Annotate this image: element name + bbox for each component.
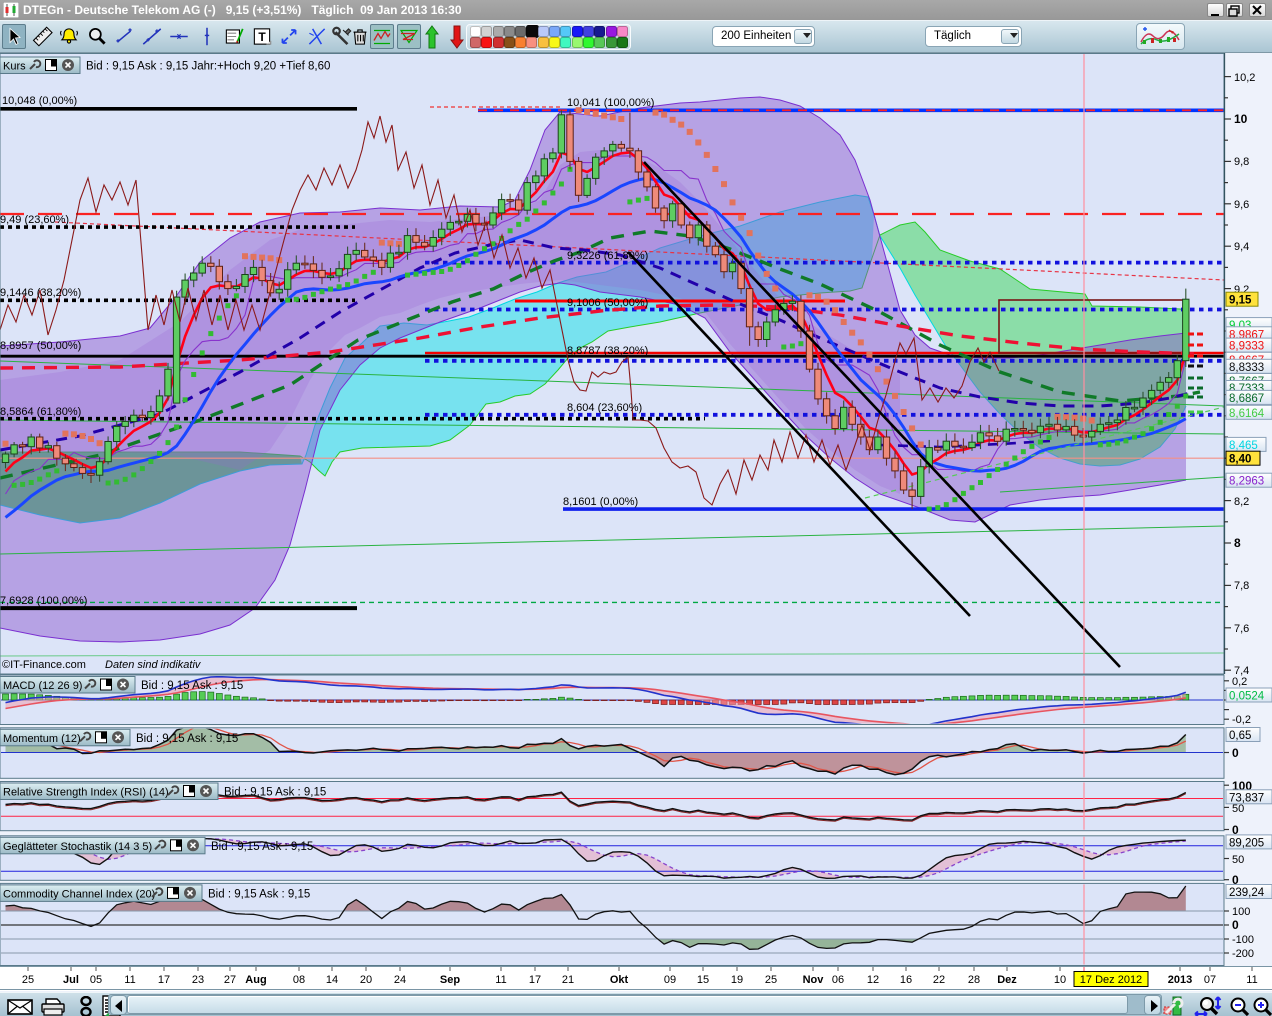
- svg-text:MACD (12 26 9): MACD (12 26 9): [3, 680, 82, 692]
- svg-text:10,048 (0,00%): 10,048 (0,00%): [2, 95, 77, 107]
- svg-text:Okt: Okt: [610, 974, 629, 986]
- svg-text:7,8: 7,8: [1234, 580, 1249, 592]
- svg-text:Relative Strength Index (RSI): Relative Strength Index (RSI) (14): [3, 787, 169, 799]
- svg-text:9,8: 9,8: [1234, 156, 1249, 168]
- svg-text:8,2: 8,2: [1234, 496, 1249, 508]
- svg-text:0,65: 0,65: [1229, 730, 1251, 742]
- svg-text:Bid : 9,15 Ask : 9,15: Bid : 9,15 Ask : 9,15: [141, 680, 243, 692]
- svg-text:21: 21: [562, 974, 574, 986]
- svg-text:-0,2: -0,2: [1232, 714, 1251, 726]
- svg-text:Momentum (12): Momentum (12): [3, 733, 81, 745]
- svg-text:50: 50: [1232, 803, 1244, 815]
- svg-text:Daten sind indikativ: Daten sind indikativ: [105, 659, 202, 671]
- svg-text:10: 10: [1054, 974, 1066, 986]
- svg-text:100: 100: [1232, 906, 1250, 918]
- svg-text:-200: -200: [1232, 948, 1254, 960]
- svg-text:239,24: 239,24: [1229, 887, 1265, 899]
- svg-text:22: 22: [933, 974, 945, 986]
- svg-text:7,6: 7,6: [1234, 623, 1249, 635]
- svg-text:Nov: Nov: [803, 974, 825, 986]
- svg-text:8,5864 (61,80%): 8,5864 (61,80%): [0, 406, 81, 418]
- svg-text:0: 0: [1232, 746, 1239, 760]
- svg-text:19: 19: [731, 974, 743, 986]
- svg-text:14: 14: [326, 974, 338, 986]
- svg-text:16: 16: [900, 974, 912, 986]
- svg-text:23: 23: [192, 974, 204, 986]
- svg-text:0: 0: [1232, 918, 1239, 932]
- svg-text:9,15: 9,15: [1229, 295, 1252, 307]
- svg-text:11: 11: [124, 974, 135, 986]
- svg-text:09: 09: [664, 974, 676, 986]
- svg-text:25: 25: [765, 974, 777, 986]
- svg-text:8: 8: [1234, 536, 1241, 550]
- svg-text:50: 50: [1232, 854, 1244, 866]
- svg-text:0,2: 0,2: [1232, 676, 1247, 688]
- svg-text:-100: -100: [1232, 934, 1254, 946]
- svg-text:8,1601 (0,00%): 8,1601 (0,00%): [563, 496, 638, 508]
- svg-text:Aug: Aug: [245, 974, 266, 986]
- svg-text:8,8957 (50,00%): 8,8957 (50,00%): [0, 340, 81, 352]
- svg-text:08: 08: [293, 974, 305, 986]
- svg-text:8,6164: 8,6164: [1229, 408, 1265, 420]
- svg-text:8,9333: 8,9333: [1229, 341, 1264, 353]
- svg-text:Bid : 9,15 Ask : 9,15: Bid : 9,15 Ask : 9,15: [211, 841, 313, 853]
- svg-text:12: 12: [867, 974, 879, 986]
- svg-text:27: 27: [224, 974, 236, 986]
- svg-text:10: 10: [1234, 112, 1248, 126]
- svg-text:11: 11: [1246, 974, 1257, 986]
- svg-text:9,3226 (61,80%): 9,3226 (61,80%): [567, 250, 648, 262]
- svg-text:8,40: 8,40: [1229, 454, 1251, 466]
- svg-text:Sep: Sep: [440, 974, 460, 986]
- svg-text:2013: 2013: [1168, 974, 1192, 986]
- svg-text:20: 20: [360, 974, 372, 986]
- svg-text:15: 15: [697, 974, 709, 986]
- svg-text:17 Dez 2012: 17 Dez 2012: [1080, 974, 1142, 986]
- svg-text:17: 17: [158, 974, 170, 986]
- svg-text:9,4: 9,4: [1234, 241, 1249, 253]
- svg-text:10,041 (100,00%): 10,041 (100,00%): [567, 97, 654, 109]
- svg-text:Bid : 9,15 Ask : 9,15 Jahr:+Ho: Bid : 9,15 Ask : 9,15 Jahr:+Hoch 9,20 +T…: [86, 61, 330, 73]
- svg-text:0,0524: 0,0524: [1229, 691, 1265, 703]
- svg-text:©IT-Finance.com: ©IT-Finance.com: [2, 659, 86, 671]
- svg-text:25: 25: [22, 974, 34, 986]
- svg-text:Bid : 9,15 Ask : 9,15: Bid : 9,15 Ask : 9,15: [136, 733, 238, 745]
- svg-text:9,49 (23,60%): 9,49 (23,60%): [0, 214, 69, 226]
- svg-text:73,837: 73,837: [1229, 792, 1264, 804]
- svg-text:17: 17: [529, 974, 541, 986]
- svg-text:Geglätteter Stochastik (14 3 5: Geglätteter Stochastik (14 3 5): [3, 841, 152, 853]
- svg-text:24: 24: [394, 974, 406, 986]
- svg-text:06: 06: [832, 974, 844, 986]
- svg-text:9,6: 9,6: [1234, 199, 1249, 211]
- svg-text:Kurs: Kurs: [3, 61, 26, 73]
- svg-text:89,205: 89,205: [1229, 837, 1264, 849]
- svg-text:8,604 (23,60%): 8,604 (23,60%): [567, 402, 642, 414]
- svg-text:9,1006 (50,00%): 9,1006 (50,00%): [567, 297, 648, 309]
- svg-text:11: 11: [495, 974, 506, 986]
- svg-text:8,465: 8,465: [1229, 440, 1258, 452]
- svg-text:Dez: Dez: [997, 974, 1017, 986]
- svg-text:28: 28: [968, 974, 980, 986]
- svg-text:07: 07: [1204, 974, 1216, 986]
- svg-text:7,6928 (100,00%): 7,6928 (100,00%): [0, 595, 87, 607]
- svg-text:8,8333: 8,8333: [1229, 362, 1264, 374]
- svg-text:8,8787 (38,20%): 8,8787 (38,20%): [567, 345, 648, 357]
- svg-text:Jul: Jul: [63, 974, 79, 986]
- svg-text:10,2: 10,2: [1234, 72, 1255, 84]
- svg-text:05: 05: [90, 974, 102, 986]
- svg-text:8,6867: 8,6867: [1229, 393, 1264, 405]
- svg-text:Commodity Channel Index (20): Commodity Channel Index (20): [3, 888, 155, 900]
- svg-text:Bid : 9,15 Ask : 9,15: Bid : 9,15 Ask : 9,15: [208, 888, 310, 900]
- svg-text:9,1446 (38,20%): 9,1446 (38,20%): [0, 287, 81, 299]
- svg-text:T: T: [258, 30, 266, 44]
- svg-text:Bid : 9,15 Ask : 9,15: Bid : 9,15 Ask : 9,15: [224, 787, 326, 799]
- svg-text:8,2963: 8,2963: [1229, 476, 1264, 488]
